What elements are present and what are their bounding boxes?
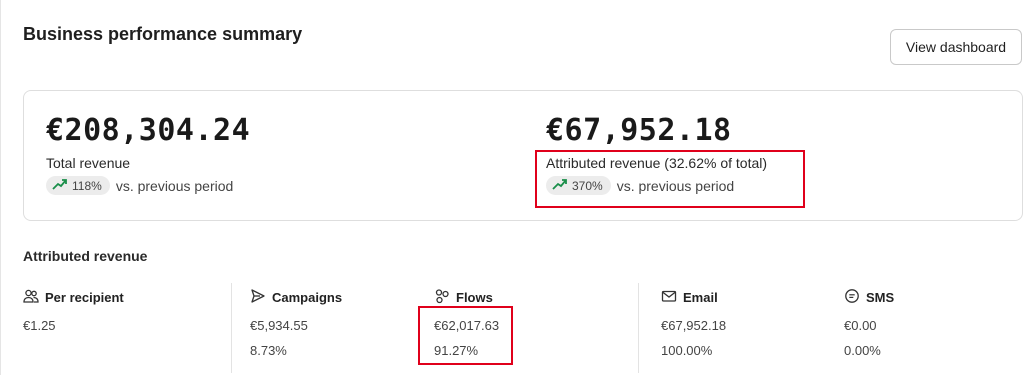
trend-up-icon (52, 178, 68, 193)
summary-card: €208,304.24 Total revenue 118% vs. previ… (23, 90, 1023, 221)
sms-icon (844, 288, 860, 307)
trend-badge: 118% (46, 176, 110, 195)
section-title: Attributed revenue (23, 248, 148, 264)
column-value: €1.25 (23, 318, 56, 333)
column-value: €67,952.18 (661, 318, 727, 333)
column-percent: 8.73% (250, 343, 287, 358)
column-per-recipient: Per recipient €1.25 (23, 288, 124, 333)
total-revenue-label: Total revenue (46, 155, 131, 171)
column-value: €0.00 (844, 318, 877, 333)
column-label: Flows (456, 289, 493, 305)
column-campaigns: Campaigns €5,934.55 8.73% (250, 288, 342, 358)
page: Business performance summary View dashbo… (0, 0, 1024, 375)
column-percent: 100.00% (661, 343, 713, 358)
page-title: Business performance summary (23, 24, 303, 44)
column-sms: SMS €0.00 0.00% (844, 288, 894, 358)
column-label: Campaigns (272, 289, 343, 305)
mail-icon (661, 288, 677, 307)
column-percent: 0.00% (844, 343, 881, 358)
column-label: Email (683, 289, 718, 305)
total-revenue-value: €208,304.24 (46, 113, 251, 148)
column-email: Email €67,952.18 100.00% (661, 288, 727, 359)
attributed-revenue-value: €67,952.18 (546, 113, 732, 148)
flows-icon (434, 288, 450, 307)
send-icon (250, 288, 266, 307)
comparison-text: vs. previous period (115, 177, 234, 194)
column-label: SMS (866, 289, 895, 305)
highlight-box-flows (418, 306, 513, 365)
trend-percent: 118% (72, 178, 102, 193)
column-divider (231, 283, 232, 373)
column-value: €5,934.55 (250, 318, 308, 333)
column-label: Per recipient (45, 289, 124, 305)
view-dashboard-button[interactable]: View dashboard (890, 29, 1022, 65)
total-revenue-metric: €208,304.24 Total revenue 118% vs. previ… (46, 111, 250, 195)
people-icon (23, 288, 39, 307)
total-revenue-trend: 118% vs. previous period (46, 176, 250, 195)
highlight-box-attributed (535, 150, 805, 208)
column-divider (638, 283, 639, 373)
